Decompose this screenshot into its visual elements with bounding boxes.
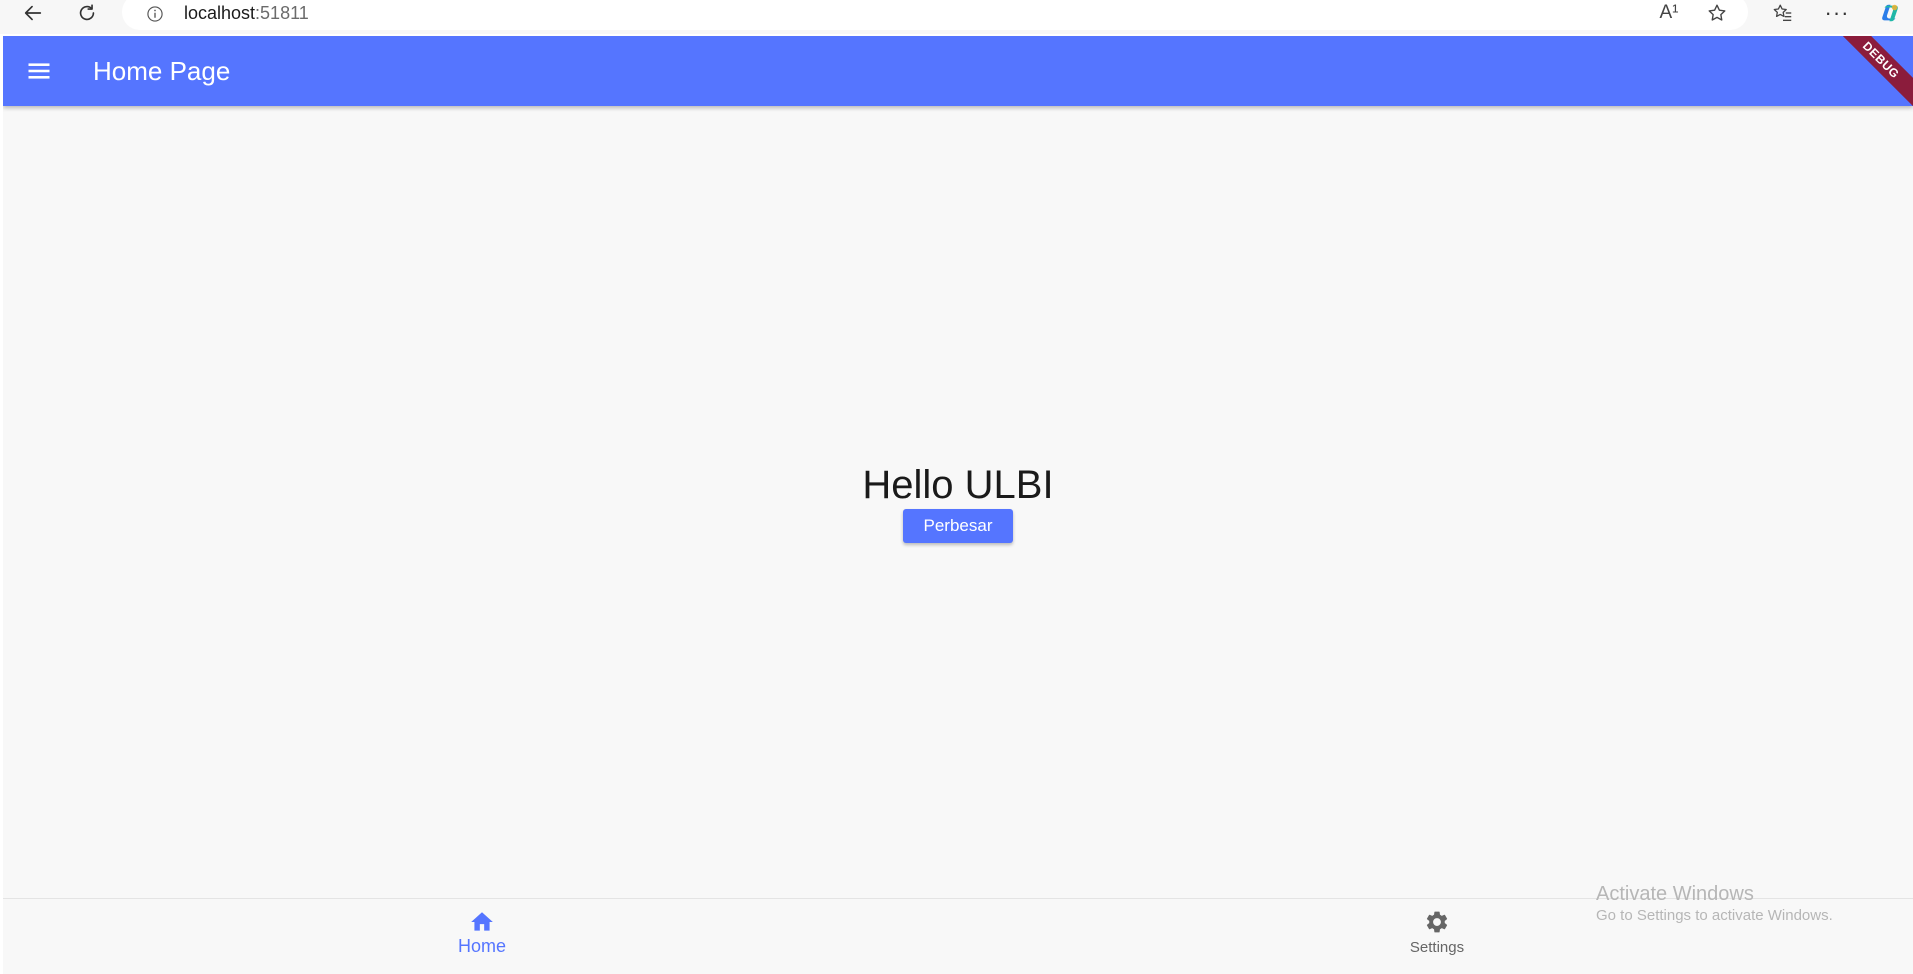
drawer-menu-button[interactable]	[19, 51, 59, 91]
settings-icon	[1424, 909, 1450, 935]
enlarge-button[interactable]: Perbesar	[903, 509, 1013, 543]
url-port: :51811	[255, 3, 309, 23]
debug-banner: DEBUG	[1831, 36, 1913, 110]
flutter-app: Home Page DEBUG Hello ULBI Perbesar Home…	[3, 36, 1913, 974]
more-options-button[interactable]: ···	[1820, 0, 1854, 26]
page-body: Hello ULBI Perbesar	[3, 106, 1913, 896]
url-host: localhost	[184, 3, 256, 23]
app-bar: Home Page DEBUG	[3, 36, 1913, 110]
favorites-button[interactable]	[1766, 0, 1800, 26]
copilot-button[interactable]	[1873, 0, 1907, 26]
read-aloud-icon: A¹	[1659, 2, 1679, 23]
back-button[interactable]	[16, 0, 50, 26]
read-aloud-button[interactable]: A¹	[1652, 0, 1686, 26]
bottom-nav-item-settings[interactable]: Settings	[1337, 899, 1537, 974]
favorites-list-icon	[1773, 4, 1792, 22]
refresh-icon	[79, 4, 95, 21]
favorite-button[interactable]	[1700, 0, 1734, 26]
more-icon: ···	[1824, 0, 1850, 25]
site-info-icon[interactable]	[143, 2, 167, 26]
refresh-button[interactable]	[70, 0, 104, 26]
hamburger-menu-icon	[28, 63, 50, 79]
copilot-icon	[1882, 4, 1898, 22]
bottom-nav-label-settings: Settings	[1409, 939, 1465, 956]
home-icon	[469, 909, 495, 935]
page-title: Home Page	[93, 56, 231, 86]
browser-toolbar: localhost:51811 A¹ ···	[0, 0, 1913, 34]
bottom-navigation-bar: Home Settings	[3, 898, 1913, 974]
star-icon	[1708, 4, 1726, 21]
bottom-nav-item-home[interactable]: Home	[382, 899, 582, 974]
address-bar[interactable]	[122, 0, 1748, 30]
address-url[interactable]: localhost:51811	[184, 2, 309, 24]
bottom-nav-label-home: Home	[457, 936, 506, 956]
greeting-headline: Hello ULBI	[862, 463, 1054, 507]
back-arrow-icon	[24, 5, 42, 21]
